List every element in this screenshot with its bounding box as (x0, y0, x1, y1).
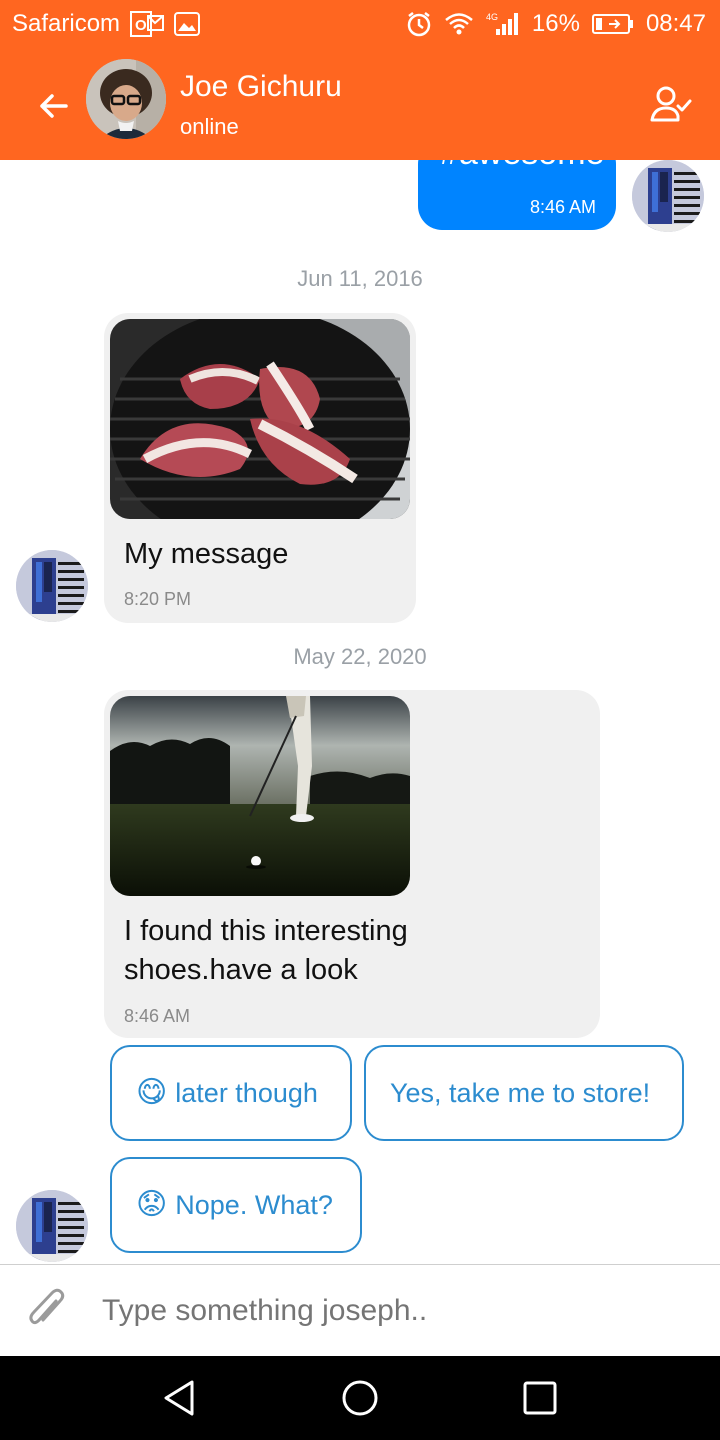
quick-reply-label: Yes, take me to store! (390, 1078, 651, 1108)
chat-header: Joe Gichuru online (0, 50, 720, 160)
attach-paperclip-icon[interactable] (26, 1287, 66, 1331)
carrier-name: Safaricom (12, 10, 121, 37)
back-triangle-icon[interactable] (158, 1376, 202, 1420)
svg-text:O: O (135, 17, 147, 34)
message-text: I found this interesting shoes.have a lo… (124, 915, 408, 986)
grill-meat-photo[interactable] (110, 319, 410, 519)
quick-reply-nope[interactable]: 😟 Nope. What? (110, 1157, 362, 1253)
message-list[interactable]: #awesome 8:46 AM Jun 11, 2016 (0, 160, 720, 1264)
sender-avatar[interactable] (16, 550, 88, 622)
message-time: 8:20 PM (124, 589, 192, 609)
message-text: My message (124, 538, 289, 570)
back-arrow-icon[interactable] (34, 86, 74, 126)
worried-emoji-icon: 😟 (136, 1188, 168, 1221)
battery-icon (591, 13, 634, 35)
user-check-icon[interactable] (650, 84, 692, 126)
outlook-icon: O (130, 11, 165, 37)
gallery-icon (174, 12, 201, 36)
message-text: #awesome (440, 160, 604, 173)
contact-avatar[interactable] (86, 59, 166, 139)
outgoing-message[interactable]: #awesome 8:46 AM (418, 160, 616, 230)
my-avatar[interactable] (632, 160, 704, 232)
battery-percent: 16% (531, 10, 580, 37)
date-divider: Jun 11, 2016 (297, 266, 423, 291)
incoming-message[interactable]: My message 8:20 PM (104, 313, 416, 623)
signal-icon: 4G (486, 11, 520, 37)
message-input[interactable] (100, 1287, 684, 1335)
date-divider: May 22, 2020 (293, 644, 427, 669)
status-bar: Safaricom O 4G 16% 08:47 (0, 0, 720, 50)
quick-reply-later[interactable]: 😋 later though (110, 1045, 352, 1141)
quick-reply-label: later though (175, 1078, 318, 1108)
message-composer (0, 1264, 720, 1357)
home-circle-icon[interactable] (338, 1376, 382, 1420)
message-time: 8:46 AM (529, 197, 596, 217)
system-nav-bar (0, 1356, 720, 1440)
alarm-icon (406, 11, 432, 37)
golf-night-photo[interactable] (110, 696, 410, 896)
quick-reply-label: Nope. What? (175, 1190, 333, 1220)
clock-time: 08:47 (645, 10, 706, 37)
message-time: 8:46 AM (124, 1006, 191, 1026)
contact-name: Joe Gichuru (180, 70, 342, 103)
contact-status: online (180, 114, 239, 139)
yum-emoji-icon: 😋 (136, 1076, 168, 1109)
recents-square-icon[interactable] (518, 1376, 562, 1420)
wifi-icon (444, 12, 474, 36)
incoming-message[interactable]: I found this interesting shoes.have a lo… (104, 690, 600, 1038)
quick-reply-store[interactable]: Yes, take me to store! (364, 1045, 684, 1141)
sender-avatar[interactable] (16, 1190, 88, 1262)
signal-label: 4G (486, 12, 498, 22)
